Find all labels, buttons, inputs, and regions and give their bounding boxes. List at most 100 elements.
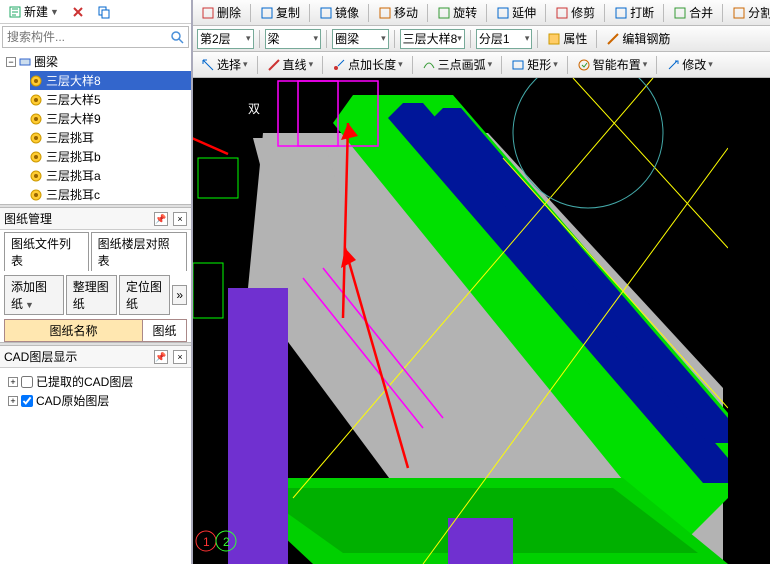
chevron-down-icon: ▾ [309, 59, 314, 70]
tb-修剪[interactable]: 修剪 [551, 3, 599, 22]
chevron-down-icon: ▾ [398, 59, 403, 70]
tree-item-label: 三层挑耳c [46, 186, 100, 203]
draw-tool-icon [201, 58, 215, 72]
component-icon [30, 170, 42, 182]
tool-icon [260, 6, 274, 20]
selector-3[interactable]: 三层大样8▾ [400, 29, 465, 49]
component-icon [30, 151, 42, 163]
tree-item[interactable]: 三层挑耳a [30, 166, 191, 185]
close-icon [71, 5, 85, 19]
selector-1[interactable]: 梁▾ [265, 29, 322, 49]
new-button[interactable]: 新建 ▼ [4, 2, 63, 21]
draw-tool-icon [511, 58, 525, 72]
tb-延伸[interactable]: 延伸 [492, 3, 540, 22]
search-input[interactable] [3, 27, 166, 47]
component-icon [30, 132, 42, 144]
add-drawing-button[interactable]: 添加图纸▼ [4, 275, 64, 315]
copy-button[interactable] [93, 4, 115, 20]
collapse-icon[interactable]: − [6, 57, 16, 67]
copy-icon [97, 5, 111, 19]
new-button-label: 新建 [24, 3, 48, 20]
tb-移动[interactable]: 移动 [374, 3, 422, 22]
tb-旋转[interactable]: 旋转 [433, 3, 481, 22]
viewport-3d[interactable]: 双 1 2 [193, 78, 770, 564]
layer-checkbox[interactable] [21, 376, 33, 388]
ring-beam-icon [19, 56, 31, 68]
tree-item-label: 三层大样8 [46, 72, 101, 89]
selector-0[interactable]: 第2层▾ [197, 29, 254, 49]
draw-tool-icon [577, 58, 591, 72]
draw-tool-icon [422, 58, 436, 72]
edit-rebar-button[interactable]: 编辑钢筋 [602, 29, 674, 48]
rebar-icon [606, 32, 620, 46]
draw-选择[interactable]: 选择▾ [197, 55, 252, 74]
component-icon [30, 189, 42, 201]
attributes-button[interactable]: 属性 [543, 29, 591, 48]
tool-icon [437, 6, 451, 20]
search-button[interactable] [166, 27, 188, 47]
properties-icon [547, 32, 561, 46]
tree-item-label: 三层大样9 [46, 110, 101, 127]
cad-layer-label: CAD原始图层 [36, 392, 109, 409]
selector-2[interactable]: 圈梁▾ [332, 29, 389, 49]
tool-icon [614, 6, 628, 20]
draw-点加长度[interactable]: 点加长度▾ [328, 55, 407, 74]
chevron-down-icon: ▾ [553, 59, 558, 70]
viewport-text: 双 [248, 102, 260, 116]
draw-矩形[interactable]: 矩形▾ [507, 55, 562, 74]
tool-icon [319, 6, 333, 20]
pin-button[interactable]: 📌 [154, 350, 168, 364]
tree-item[interactable]: 三层挑耳c [30, 185, 191, 204]
draw-三点画弧[interactable]: 三点画弧▾ [418, 55, 497, 74]
tree-item[interactable]: 三层挑耳 [30, 128, 191, 147]
sort-drawing-button[interactable]: 整理图纸 [66, 275, 117, 315]
draw-直线[interactable]: 直线▾ [263, 55, 318, 74]
expand-icon[interactable]: + [8, 377, 18, 387]
expand-icon[interactable]: + [8, 396, 18, 406]
tb-删除[interactable]: 删除 [197, 3, 245, 22]
chevron-down-icon: ▾ [643, 59, 648, 70]
tb-复制[interactable]: 复制 [256, 3, 304, 22]
cad-layer-row[interactable]: + CAD原始图层 [8, 391, 187, 410]
tree-item[interactable]: 三层大样5 [30, 90, 191, 109]
draw-智能布置[interactable]: 智能布置▾ [573, 55, 652, 74]
tree-item[interactable]: 三层大样8 [30, 71, 191, 90]
tree-root[interactable]: − 圈梁 [6, 52, 191, 71]
draw-tool-icon [332, 58, 346, 72]
col-drawing-name: 图纸名称 [5, 320, 142, 341]
new-icon [8, 5, 22, 19]
tree-item-label: 三层挑耳b [46, 148, 101, 165]
delete-button[interactable] [67, 4, 89, 20]
component-tree[interactable]: − 圈梁 三层大样8三层大样5三层大样9三层挑耳三层挑耳b三层挑耳a三层挑耳c大… [0, 50, 191, 204]
close-panel-button[interactable]: × [173, 212, 187, 226]
tree-item-label: 三层大样5 [46, 91, 101, 108]
locate-drawing-button[interactable]: 定位图纸 [119, 275, 170, 315]
tb-合并[interactable]: 合并 [669, 3, 717, 22]
more-button[interactable]: » [172, 285, 187, 305]
tool-icon [378, 6, 392, 20]
search-icon [170, 30, 184, 44]
pin-button[interactable]: 📌 [154, 212, 168, 226]
draw-tool-icon [666, 58, 680, 72]
tb-镜像[interactable]: 镜像 [315, 3, 363, 22]
cad-layer-row[interactable]: +已提取的CAD图层 [8, 372, 187, 391]
tb-分割[interactable]: 分割 [728, 3, 770, 22]
chevron-down-icon: ▾ [525, 33, 530, 44]
tab-drawing-list[interactable]: 图纸文件列表 [4, 232, 89, 271]
component-icon [30, 75, 42, 87]
tab-drawing-floor-map[interactable]: 图纸楼层对照表 [91, 232, 187, 271]
tool-icon [732, 6, 746, 20]
tree-item[interactable]: 三层挑耳b [30, 147, 191, 166]
tree-item[interactable]: 三层大样9 [30, 109, 191, 128]
tool-icon [673, 6, 687, 20]
close-panel-button[interactable]: × [173, 350, 187, 364]
svg-text:2: 2 [223, 535, 230, 549]
layer-checkbox[interactable] [21, 395, 33, 407]
chevron-down-icon: ▼ [50, 7, 59, 17]
tb-打断[interactable]: 打断 [610, 3, 658, 22]
selector-4[interactable]: 分层1▾ [476, 29, 533, 49]
tree-item-label: 三层挑耳a [46, 167, 101, 184]
draw-修改[interactable]: 修改▾ [662, 55, 717, 74]
draw-tool-icon [267, 58, 281, 72]
cad-layer-panel-title: CAD图层显示 [4, 348, 77, 365]
